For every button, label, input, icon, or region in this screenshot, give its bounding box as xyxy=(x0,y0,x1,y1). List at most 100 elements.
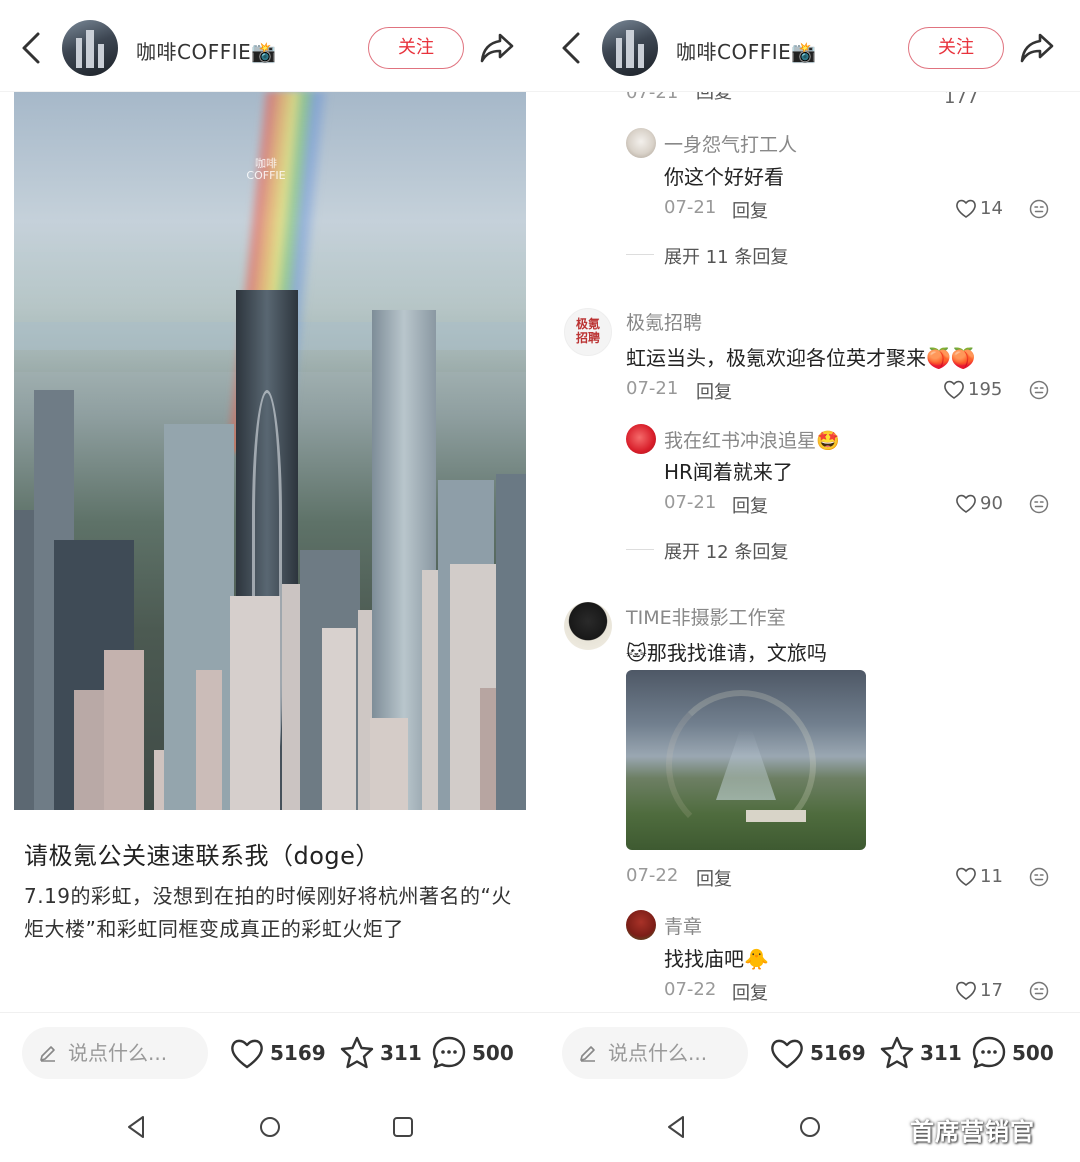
expand-replies-button[interactable]: 展开 12 条回复 xyxy=(664,538,788,564)
emoji-reaction-icon[interactable] xyxy=(1028,379,1050,401)
interaction-bar: 说点什么... 5169 311 500 xyxy=(0,1012,540,1092)
star-icon xyxy=(880,1036,914,1069)
system-nav-bar xyxy=(0,1092,540,1162)
nav-home-icon[interactable] xyxy=(797,1114,823,1140)
commenter-avatar[interactable]: 极氪招聘 xyxy=(564,308,612,356)
nav-home-icon[interactable] xyxy=(257,1114,283,1140)
commenter-avatar[interactable] xyxy=(626,128,656,158)
source-watermark: 首席营销官 xyxy=(910,1118,1035,1146)
comment-text: 虹运当头，极氪欢迎各位英才聚来🍑🍑 xyxy=(626,346,976,370)
post-description: 7.19的彩虹，没想到在拍的时候刚好将杭州著名的“火炬大楼”和彩虹同框变成真正的… xyxy=(24,884,512,941)
comment-like[interactable]: 195 xyxy=(942,378,1002,400)
like-button[interactable]: 5169 xyxy=(768,1031,866,1075)
follow-button[interactable]: 关注 xyxy=(368,27,464,69)
comment-like[interactable]: 11 xyxy=(954,865,1003,887)
collect-button[interactable]: 311 xyxy=(878,1031,962,1075)
comment-like[interactable]: 17 xyxy=(954,979,1003,1001)
emoji-reaction-icon[interactable] xyxy=(1028,493,1050,515)
heart-icon xyxy=(771,1039,803,1069)
share-arrow-icon[interactable] xyxy=(1018,30,1056,66)
comment-like-count: 195 xyxy=(968,378,1003,400)
share-arrow-icon[interactable] xyxy=(478,30,516,66)
heart-icon xyxy=(956,494,976,513)
heart-icon xyxy=(956,981,976,1000)
commenter-name[interactable]: 一身怨气打工人 xyxy=(664,130,797,157)
commenter-name[interactable]: TIME非摄影工作室 xyxy=(626,603,786,630)
commenter-avatar[interactable] xyxy=(626,910,656,940)
chevron-left-icon[interactable] xyxy=(556,30,588,66)
comment-like-count: 90 xyxy=(980,492,1003,514)
comment-button[interactable]: 500 xyxy=(970,1031,1054,1075)
reply-button[interactable]: 回复 xyxy=(696,865,732,891)
collect-count: 311 xyxy=(920,1041,962,1065)
commenter-avatar[interactable] xyxy=(564,602,612,650)
interaction-bar: 说点什么... 5169 311 500 xyxy=(540,1012,1080,1092)
comment-like[interactable]: 90 xyxy=(954,492,1003,514)
like-count: 5169 xyxy=(270,1041,326,1065)
comment-like-count: 177 xyxy=(944,92,979,104)
post-panel: 咖啡COFFIE📸 关注 咖啡 COFFIE 请极氪公关速速联系我（doge） … xyxy=(0,0,540,1162)
pencil-icon xyxy=(40,1046,55,1062)
post-photo[interactable]: 咖啡 COFFIE xyxy=(14,92,526,810)
comment-date: 07-21 xyxy=(664,492,717,513)
expand-replies-button[interactable]: 展开 11 条回复 xyxy=(664,243,788,269)
post-title: 请极氪公关速速联系我（doge） xyxy=(24,842,380,870)
author-avatar[interactable] xyxy=(602,20,658,76)
comment-like[interactable]: 177 xyxy=(944,92,978,104)
like-count: 5169 xyxy=(810,1041,866,1065)
comment-input[interactable]: 说点什么... xyxy=(562,1027,748,1079)
reply-button[interactable]: 回复 xyxy=(732,979,768,1005)
comment-date: 07-22 xyxy=(664,979,717,1000)
heart-icon xyxy=(956,199,976,218)
avatar-text: 极氪招聘 xyxy=(575,317,600,345)
reply-button[interactable]: 回复 xyxy=(732,197,768,223)
chevron-left-icon[interactable] xyxy=(16,30,48,66)
collect-button[interactable]: 311 xyxy=(338,1031,422,1075)
post-header: 咖啡COFFIE📸 关注 xyxy=(0,0,540,92)
comment-image[interactable] xyxy=(626,670,866,850)
commenter-name[interactable]: 极氪招聘 xyxy=(626,308,702,335)
comment-count: 500 xyxy=(1012,1041,1054,1065)
comment-like-count: 17 xyxy=(980,979,1003,1001)
expand-divider xyxy=(626,254,654,255)
nav-back-icon[interactable] xyxy=(124,1114,150,1140)
comment-date: 07-21 xyxy=(626,92,679,103)
comment-input-placeholder: 说点什么... xyxy=(68,1041,168,1065)
comment-button[interactable]: 500 xyxy=(430,1031,514,1075)
pencil-icon xyxy=(580,1046,595,1062)
comment-like[interactable]: 14 xyxy=(954,197,1003,219)
emoji-reaction-icon[interactable] xyxy=(1028,198,1050,220)
star-icon xyxy=(340,1036,374,1069)
comment-date: 07-22 xyxy=(626,865,679,886)
like-button[interactable]: 5169 xyxy=(228,1031,326,1075)
heart-icon xyxy=(231,1039,263,1069)
comment-bubble-icon xyxy=(972,1036,1006,1069)
comment-input-placeholder: 说点什么... xyxy=(608,1041,708,1065)
reply-button[interactable]: 回复 xyxy=(696,92,732,104)
follow-button[interactable]: 关注 xyxy=(908,27,1004,69)
emoji-reaction-icon[interactable] xyxy=(1028,866,1050,888)
commenter-name[interactable]: 青章 xyxy=(664,912,702,939)
nav-recents-icon[interactable] xyxy=(390,1114,416,1140)
commenter-avatar[interactable] xyxy=(626,424,656,454)
reply-button[interactable]: 回复 xyxy=(696,378,732,404)
nav-back-icon[interactable] xyxy=(664,1114,690,1140)
comment-like-count: 11 xyxy=(980,865,1003,887)
comment-input[interactable]: 说点什么... xyxy=(22,1027,208,1079)
comment-text: 🐱那我找谁请，文旅吗 xyxy=(626,641,827,665)
reply-button[interactable]: 回复 xyxy=(732,492,768,518)
comment-bubble-icon xyxy=(432,1036,466,1069)
comment-like-count: 14 xyxy=(980,197,1003,219)
author-avatar[interactable] xyxy=(62,20,118,76)
commenter-name[interactable]: 我在红书冲浪追星🤩 xyxy=(664,426,840,453)
comment-date: 07-21 xyxy=(664,197,717,218)
photo-watermark: 咖啡 COFFIE xyxy=(246,157,286,182)
expand-divider xyxy=(626,549,654,550)
emoji-reaction-icon[interactable] xyxy=(1028,980,1050,1002)
author-name[interactable]: 咖啡COFFIE📸 xyxy=(136,36,277,65)
author-name[interactable]: 咖啡COFFIE📸 xyxy=(676,36,817,65)
comment-date: 07-21 xyxy=(626,378,679,399)
screenshot-pair: 咖啡COFFIE📸 关注 咖啡 COFFIE 请极氪公关速速联系我（doge） … xyxy=(0,0,1080,1162)
comment-text: HR闻着就来了 xyxy=(664,460,793,484)
heart-icon xyxy=(956,867,976,886)
